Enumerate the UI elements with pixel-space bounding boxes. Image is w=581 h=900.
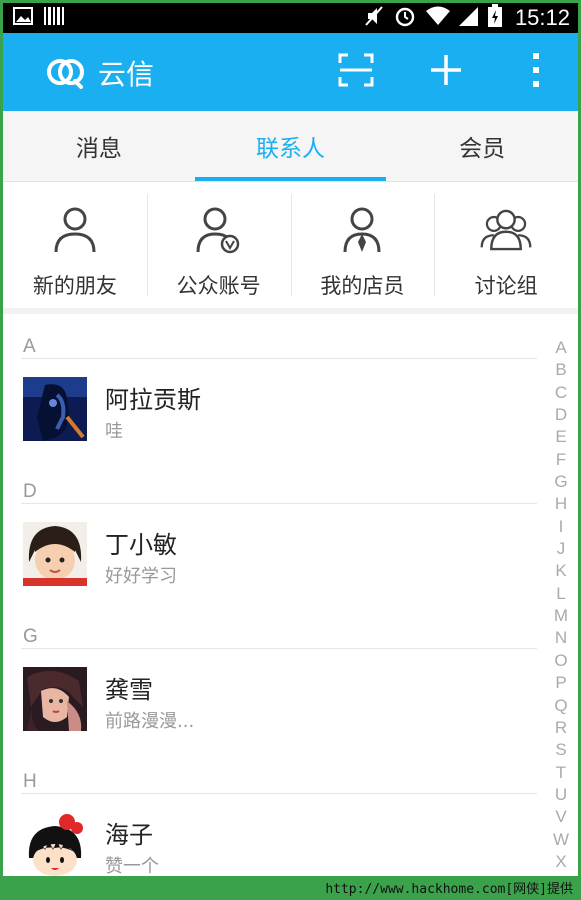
watermark-bar: http://www.hackhome.com[网侠]提供: [0, 876, 581, 900]
index-letter[interactable]: I: [559, 516, 564, 538]
contact-signature: 好好学习: [105, 566, 177, 587]
index-letter[interactable]: M: [554, 605, 568, 627]
contact-categories: 新的朋友 公众账号 我的店员 讨论组: [3, 182, 578, 314]
tab-contacts[interactable]: 联系人: [194, 111, 387, 181]
app-bar: 云信: [3, 33, 578, 111]
discussion-groups-entry[interactable]: 讨论组: [434, 182, 578, 308]
alarm-icon: [393, 4, 417, 32]
index-letter[interactable]: E: [555, 426, 566, 448]
more-vertical-icon: [531, 52, 541, 92]
contact-row[interactable]: 丁小敏 好好学习: [3, 504, 543, 604]
contact-signature: 前路漫漫...: [105, 711, 195, 732]
contact-signature: 哇: [105, 421, 123, 442]
verified-person-icon: [193, 204, 245, 256]
section-header-a: A: [3, 314, 543, 359]
more-options-button[interactable]: [513, 49, 559, 95]
status-time: 15:12: [514, 5, 570, 30]
index-letter[interactable]: O: [554, 650, 567, 672]
avatar: [23, 522, 87, 586]
new-friends-label: 新的朋友: [32, 274, 117, 298]
scan-icon: [338, 53, 374, 91]
watermark-text: http://www.hackhome.com[网侠]提供: [325, 882, 573, 897]
index-letter[interactable]: H: [555, 493, 567, 515]
public-accounts-entry[interactable]: 公众账号: [146, 182, 291, 308]
section-header-h: H: [3, 749, 543, 794]
status-bar: 15:12: [3, 3, 578, 33]
scan-button[interactable]: [333, 49, 379, 95]
index-letter[interactable]: A: [555, 337, 566, 359]
public-accounts-label: 公众账号: [176, 274, 261, 298]
section-header-g: G: [3, 604, 543, 649]
my-clerks-entry[interactable]: 我的店员: [290, 182, 435, 308]
index-letter[interactable]: J: [557, 538, 566, 560]
avatar: [23, 812, 87, 876]
plus-icon: [429, 53, 463, 91]
contact-list: A 阿拉贡斯 哇 D 丁小敏 好好学习 G 龚雪 前路漫漫... H 海子 赞一…: [3, 314, 543, 876]
index-letter[interactable]: C: [555, 382, 567, 404]
tab-messages[interactable]: 消息: [3, 111, 195, 181]
index-letter[interactable]: G: [554, 471, 567, 493]
index-letter[interactable]: R: [555, 717, 567, 739]
person-tie-icon: [336, 204, 388, 256]
index-letter[interactable]: V: [555, 806, 566, 828]
alphabet-index-bar[interactable]: ABCDEFGHIJKLMNOPQRSTUVWX: [548, 337, 574, 873]
index-letter[interactable]: T: [556, 762, 566, 784]
mute-icon: [363, 5, 385, 31]
app-title: 云信: [98, 58, 155, 91]
tab-members[interactable]: 会员: [386, 111, 578, 181]
index-letter[interactable]: P: [555, 672, 566, 694]
section-letter: D: [23, 481, 37, 502]
avatar: [23, 377, 87, 441]
section-letter: A: [23, 336, 36, 357]
contact-name: 阿拉贡斯: [105, 386, 201, 414]
contact-row[interactable]: 龚雪 前路漫漫...: [3, 649, 543, 749]
index-letter[interactable]: X: [555, 851, 566, 873]
person-icon: [49, 204, 101, 256]
index-letter[interactable]: F: [556, 449, 566, 471]
contact-signature: 赞一个: [105, 856, 159, 876]
tab-bar: 消息 联系人 会员: [3, 111, 578, 182]
group-icon: [480, 204, 532, 256]
my-clerks-label: 我的店员: [320, 274, 405, 298]
index-letter[interactable]: K: [555, 560, 566, 582]
contact-row[interactable]: 阿拉贡斯 哇: [3, 359, 543, 459]
yunxin-logo-icon: [45, 55, 89, 93]
discussion-groups-label: 讨论组: [474, 274, 538, 298]
battery-icon: [487, 4, 503, 32]
contact-row[interactable]: 海子 赞一个: [3, 794, 543, 876]
contact-name: 丁小敏: [105, 531, 177, 559]
index-letter[interactable]: U: [555, 784, 567, 806]
index-letter[interactable]: B: [555, 359, 566, 381]
barcode-notification-icon: [43, 6, 65, 30]
section-letter: G: [23, 626, 38, 647]
new-friends-entry[interactable]: 新的朋友: [3, 182, 147, 308]
index-letter[interactable]: L: [556, 583, 565, 605]
section-header-d: D: [3, 459, 543, 504]
wifi-icon: [425, 5, 451, 31]
index-letter[interactable]: W: [553, 829, 569, 851]
index-letter[interactable]: Q: [554, 695, 567, 717]
avatar: [23, 667, 87, 731]
section-letter: H: [23, 771, 37, 792]
contact-name: 龚雪: [105, 676, 153, 704]
add-button[interactable]: [423, 49, 469, 95]
gallery-notification-icon: [13, 6, 33, 30]
signal-icon: [458, 5, 479, 31]
index-letter[interactable]: S: [555, 739, 566, 761]
contact-name: 海子: [105, 821, 153, 849]
index-letter[interactable]: D: [555, 404, 567, 426]
index-letter[interactable]: N: [555, 627, 567, 649]
